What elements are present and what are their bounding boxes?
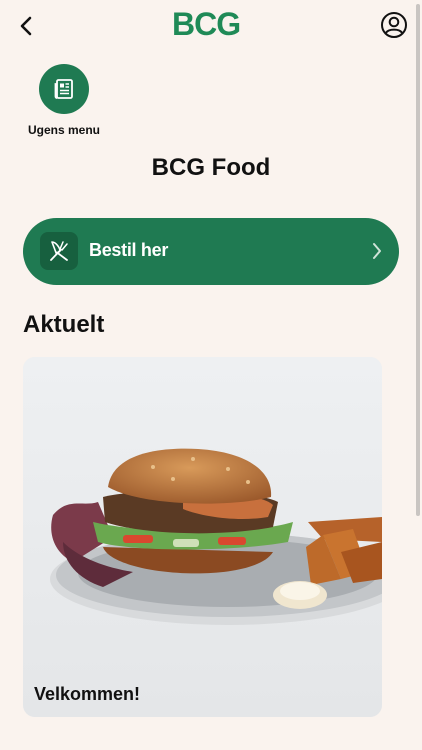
newspaper-icon	[54, 79, 73, 99]
order-button-label: Bestil her	[89, 240, 169, 260]
order-icon-container	[40, 232, 78, 270]
brand-logo: BCG	[172, 6, 241, 42]
news-section-title: Aktuelt	[23, 311, 105, 338]
page-title: BCG Food	[151, 154, 271, 181]
back-button[interactable]	[12, 12, 40, 40]
user-circle-icon	[381, 12, 407, 38]
chevron-left-icon	[20, 16, 32, 36]
news-card[interactable]: Velkommen!	[23, 357, 382, 717]
weekly-menu-shortcut[interactable]: Ugens menu	[28, 64, 100, 137]
cutlery-icon	[50, 241, 68, 261]
burger-photo	[23, 357, 382, 717]
top-bar: BCG	[0, 0, 422, 50]
news-card-caption: Velkommen!	[34, 684, 141, 704]
profile-button[interactable]	[380, 11, 408, 39]
chevron-right-icon	[373, 243, 381, 259]
order-button[interactable]: Bestil her	[23, 218, 399, 285]
weekly-menu-button[interactable]	[39, 64, 89, 114]
weekly-menu-label: Ugens menu	[28, 123, 101, 137]
scrollbar[interactable]	[416, 4, 420, 516]
